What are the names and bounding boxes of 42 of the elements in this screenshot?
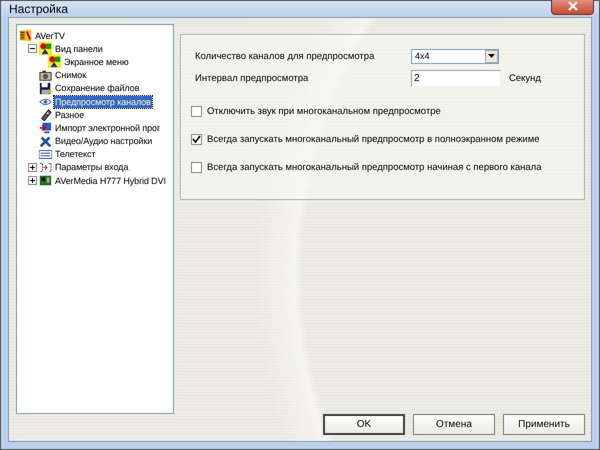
- collapse-icon[interactable]: [28, 44, 37, 54]
- tree-item[interactable]: Телетекст: [54, 148, 96, 160]
- camera-icon: [39, 68, 52, 82]
- checkbox-label: Отключить звук при многоканальном предпросмотре: [207, 106, 441, 117]
- dropdown-arrow-icon: [488, 54, 495, 58]
- connector-icon: [39, 160, 52, 174]
- checkbox-label: Всегда запускать многоканальный предпросмотр начиная с первого канала: [207, 162, 542, 173]
- interval-input[interactable]: 2: [411, 70, 501, 86]
- tree-item[interactable]: Вид панели: [54, 42, 104, 55]
- tree-item[interactable]: Экранное меню: [63, 56, 130, 68]
- tree-item[interactable]: Импорт электронной прог: [54, 122, 162, 134]
- checkbox[interactable]: [191, 106, 202, 117]
- monitor-arrow-icon: [39, 121, 52, 134]
- dialog-button[interactable]: OK: [323, 414, 405, 435]
- circuit-board-icon: [39, 174, 52, 188]
- teletext-icon: [39, 148, 52, 161]
- close-button[interactable]: [551, 0, 594, 15]
- checkbox[interactable]: [191, 162, 202, 173]
- tree-item[interactable]: Разное: [54, 108, 86, 121]
- channel-count-dropdown[interactable]: 4x4: [411, 48, 499, 64]
- dialog-button[interactable]: Применить: [503, 414, 585, 435]
- tree-item[interactable]: Предпросмотр каналов: [54, 96, 152, 108]
- tree-item[interactable]: Сохранение файлов: [54, 82, 140, 94]
- tv-icon: [19, 29, 32, 42]
- field-label: Интервал предпросмотра: [195, 72, 310, 84]
- tree-item[interactable]: Видео/Аудио настройки: [54, 135, 154, 148]
- tree-item[interactable]: AVerMedia H777 Hybrid DVI: [54, 174, 167, 187]
- shapes-icon: [48, 55, 61, 68]
- shapes-icon: [39, 42, 52, 56]
- close-icon: [566, 0, 578, 10]
- tree-item[interactable]: Снимок: [54, 69, 88, 82]
- tree-item[interactable]: AVerTV: [34, 30, 66, 42]
- tree-item[interactable]: Параметры входа: [54, 161, 130, 174]
- checkbox-label: Всегда запускать многоканальный предпросмотр в полноэкранном режиме: [207, 134, 540, 145]
- field-label: Количество каналов для предпросмотра: [195, 50, 376, 62]
- remote-icon: [39, 108, 52, 122]
- checkbox[interactable]: [191, 134, 202, 145]
- unit-label: Секунд: [509, 72, 541, 84]
- dialog-button[interactable]: Отмена: [413, 414, 495, 435]
- expand-icon[interactable]: [28, 162, 37, 172]
- window-title: Настройка: [9, 2, 68, 16]
- expand-icon[interactable]: [28, 176, 37, 186]
